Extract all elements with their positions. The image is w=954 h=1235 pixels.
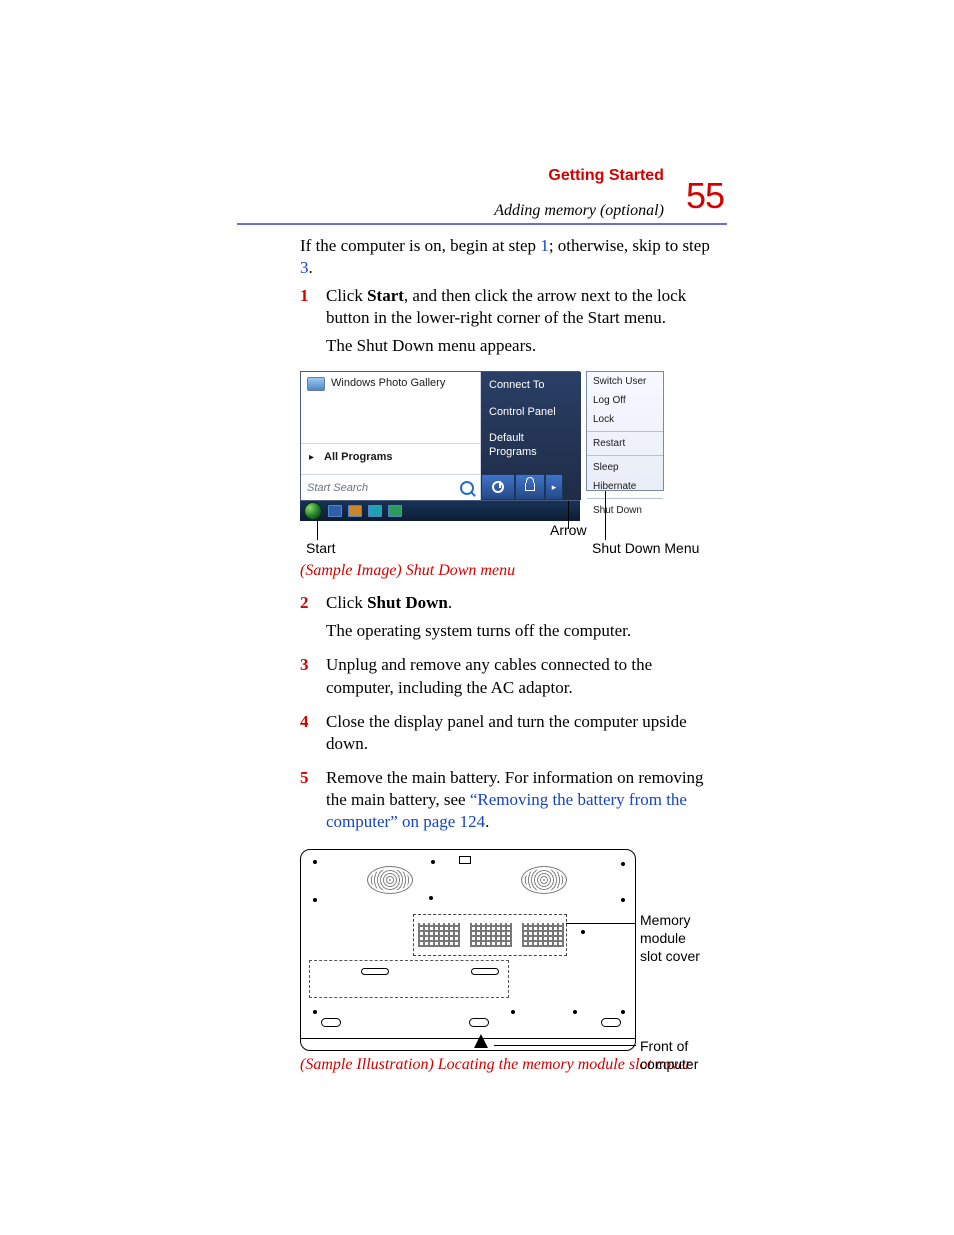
section-title: Getting Started <box>548 167 664 185</box>
step-number: 2 <box>300 592 326 648</box>
taskbar <box>300 501 580 521</box>
step-text: Click Shut Down. <box>326 592 724 614</box>
search-placeholder: Start Search <box>307 481 368 495</box>
callout-start: Start <box>306 539 336 557</box>
text: . <box>485 812 489 831</box>
separator <box>587 455 663 456</box>
program-item-photo-gallery: Windows Photo Gallery <box>301 372 480 394</box>
all-programs: All Programs <box>301 443 480 470</box>
shutdown-arrow-button: ▸ <box>545 474 563 500</box>
battery-compartment <box>309 960 509 998</box>
all-programs-label: All Programs <box>324 451 392 463</box>
step-text: The Shut Down menu appears. <box>326 335 724 357</box>
right-item: Connect To <box>481 372 581 398</box>
xref-step-1[interactable]: 1 <box>540 236 549 255</box>
xref-step-3[interactable]: 3 <box>300 258 309 277</box>
shutdown-flyout-menu: Switch User Log Off Lock Restart Sleep H… <box>586 371 664 491</box>
flyout-item: Lock <box>587 410 663 429</box>
text: slot cover <box>640 948 700 964</box>
taskbar-icon <box>348 505 362 517</box>
flyout-item: Log Off <box>587 391 663 410</box>
step-4: 4 Close the display panel and turn the c… <box>300 711 724 761</box>
chevron-right-icon: ▸ <box>552 482 557 494</box>
step-5: 5 Remove the main battery. For informati… <box>300 767 724 839</box>
callout-shutdown-menu: Shut Down Menu <box>592 539 699 557</box>
taskbar-icon <box>388 505 402 517</box>
intro-text: . <box>309 258 313 277</box>
image1-caption: (Sample Image) Shut Down menu <box>300 561 724 582</box>
power-icon <box>492 481 504 493</box>
lock-icon <box>525 483 535 491</box>
callout-front: Front of computer <box>640 1037 730 1073</box>
intro-text: If the computer is on, begin at step <box>300 236 540 255</box>
step-text: The operating system turns off the compu… <box>326 620 724 642</box>
step-text: Click Start, and then click the arrow ne… <box>326 285 724 329</box>
flyout-item: Restart <box>587 434 663 453</box>
lock-button <box>515 474 545 500</box>
taskbar-icon <box>328 505 342 517</box>
sample-illustration-memory-slot: Memory module slot cover Front of comput… <box>300 849 730 1051</box>
right-item: Default Programs <box>481 425 581 466</box>
step-text: Remove the main battery. For information… <box>326 767 724 833</box>
start-search-box: Start Search <box>301 474 480 500</box>
page-header: Getting Started Adding memory (optional)… <box>300 175 724 217</box>
start-menu-panel: Windows Photo Gallery All Programs Start… <box>300 371 580 501</box>
separator <box>587 498 663 499</box>
step-number: 4 <box>300 711 326 761</box>
program-label: Windows Photo Gallery <box>331 376 445 390</box>
start-left-column: Windows Photo Gallery All Programs Start… <box>301 372 481 500</box>
step-number: 3 <box>300 654 326 704</box>
header-rule <box>237 223 727 225</box>
flyout-item: Hibernate <box>587 477 663 496</box>
step-text: Unplug and remove any cables connected t… <box>326 654 724 698</box>
step-3: 3 Unplug and remove any cables connected… <box>300 654 724 704</box>
step-number: 5 <box>300 767 326 839</box>
photo-gallery-icon <box>307 377 325 391</box>
step-number: 1 <box>300 285 326 363</box>
callout-arrow: Arrow <box>550 521 587 539</box>
text: Memory module <box>640 912 691 946</box>
sample-image-shutdown-menu: Windows Photo Gallery All Programs Start… <box>300 371 714 521</box>
page-number: 55 <box>686 175 724 217</box>
step-2: 2 Click Shut Down. The operating system … <box>300 592 724 648</box>
front-arrow-icon <box>474 1034 488 1048</box>
front-edge-line <box>301 1038 635 1039</box>
text: . <box>448 593 452 612</box>
intro-paragraph: If the computer is on, begin at step 1; … <box>300 235 724 279</box>
separator <box>587 431 663 432</box>
text: Click <box>326 593 367 612</box>
step-1: 1 Click Start, and then click the arrow … <box>300 285 724 363</box>
laptop-bottom-diagram <box>300 849 636 1051</box>
search-icon <box>460 481 474 495</box>
subsection-title: Adding memory (optional) <box>494 202 664 220</box>
power-lock-bar: ▸ <box>481 474 581 500</box>
flyout-item: Sleep <box>587 458 663 477</box>
flyout-item: Switch User <box>587 372 663 391</box>
power-button <box>481 474 515 500</box>
ui-term-shutdown: Shut Down <box>367 593 448 612</box>
intro-text: ; otherwise, skip to step <box>549 236 710 255</box>
right-item: Control Panel <box>481 399 581 425</box>
step-text: Close the display panel and turn the com… <box>326 711 724 755</box>
memory-module-slot-cover <box>413 914 567 956</box>
ui-term-start: Start <box>367 286 404 305</box>
callout-memory-cover: Memory module slot cover <box>640 911 730 966</box>
start-orb-icon <box>304 502 322 520</box>
flyout-item-shutdown: Shut Down <box>587 501 663 520</box>
taskbar-icon <box>368 505 382 517</box>
text: Click <box>326 286 367 305</box>
